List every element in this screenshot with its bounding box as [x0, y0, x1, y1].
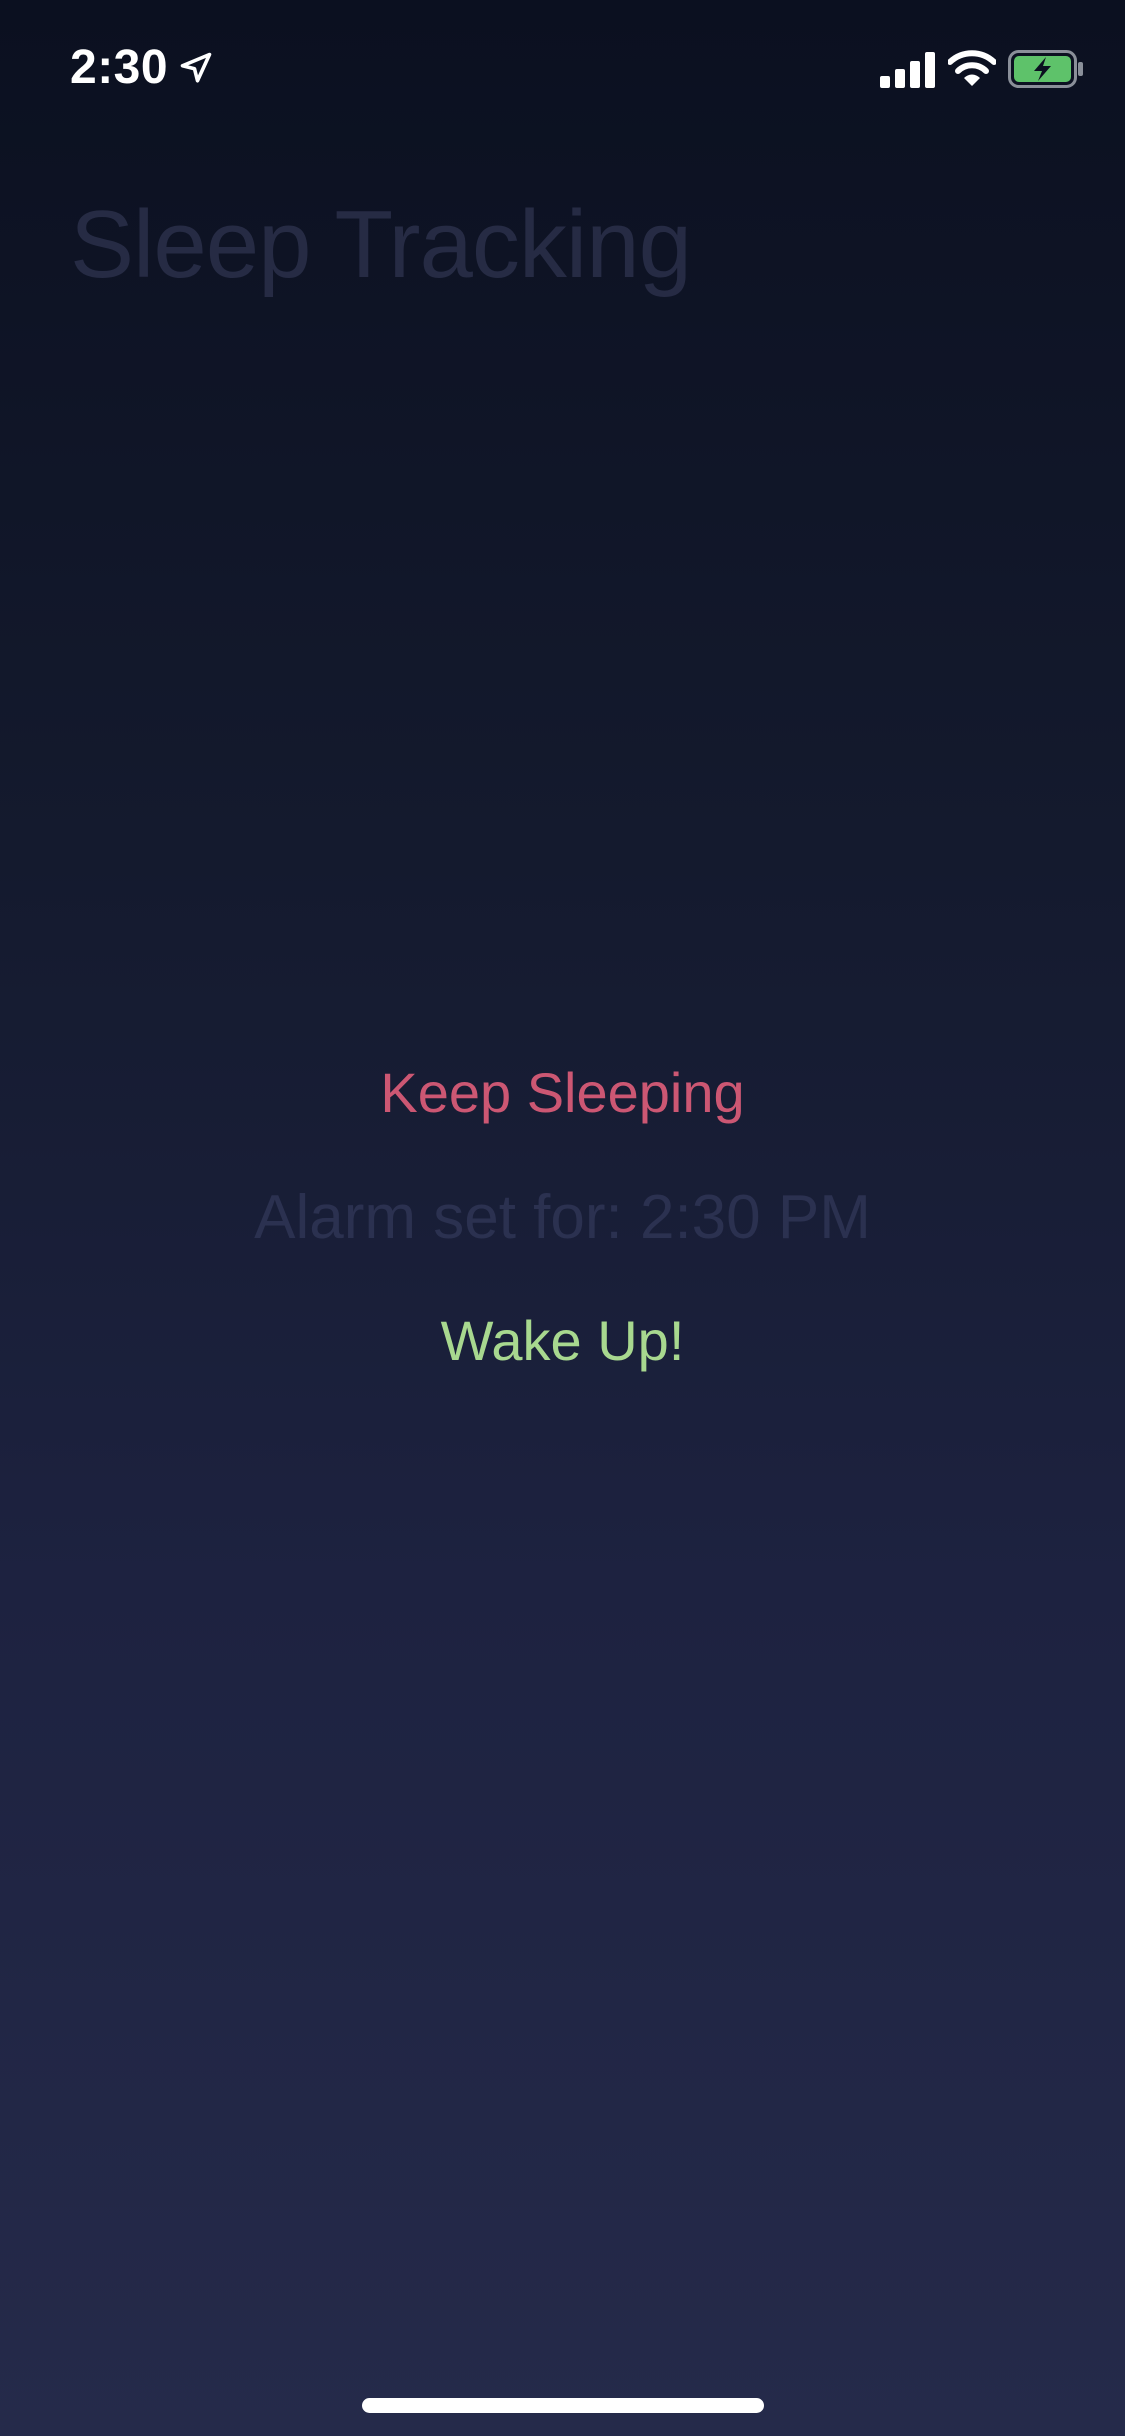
- wifi-icon: [948, 50, 996, 86]
- battery-charging-icon: [1008, 50, 1083, 88]
- alarm-status-label: Alarm set for: 2:30 PM: [254, 1183, 871, 1252]
- cellular-signal-icon: [880, 52, 935, 88]
- keep-sleeping-button[interactable]: Keep Sleeping: [0, 1058, 1125, 1128]
- wake-up-button[interactable]: Wake Up!: [0, 1306, 1125, 1376]
- status-bar: 2:30: [0, 0, 1125, 132]
- page-title: Sleep Tracking: [70, 191, 692, 298]
- status-time: 2:30: [70, 41, 169, 94]
- home-indicator[interactable]: [362, 2398, 764, 2413]
- location-arrow-icon: [180, 52, 212, 83]
